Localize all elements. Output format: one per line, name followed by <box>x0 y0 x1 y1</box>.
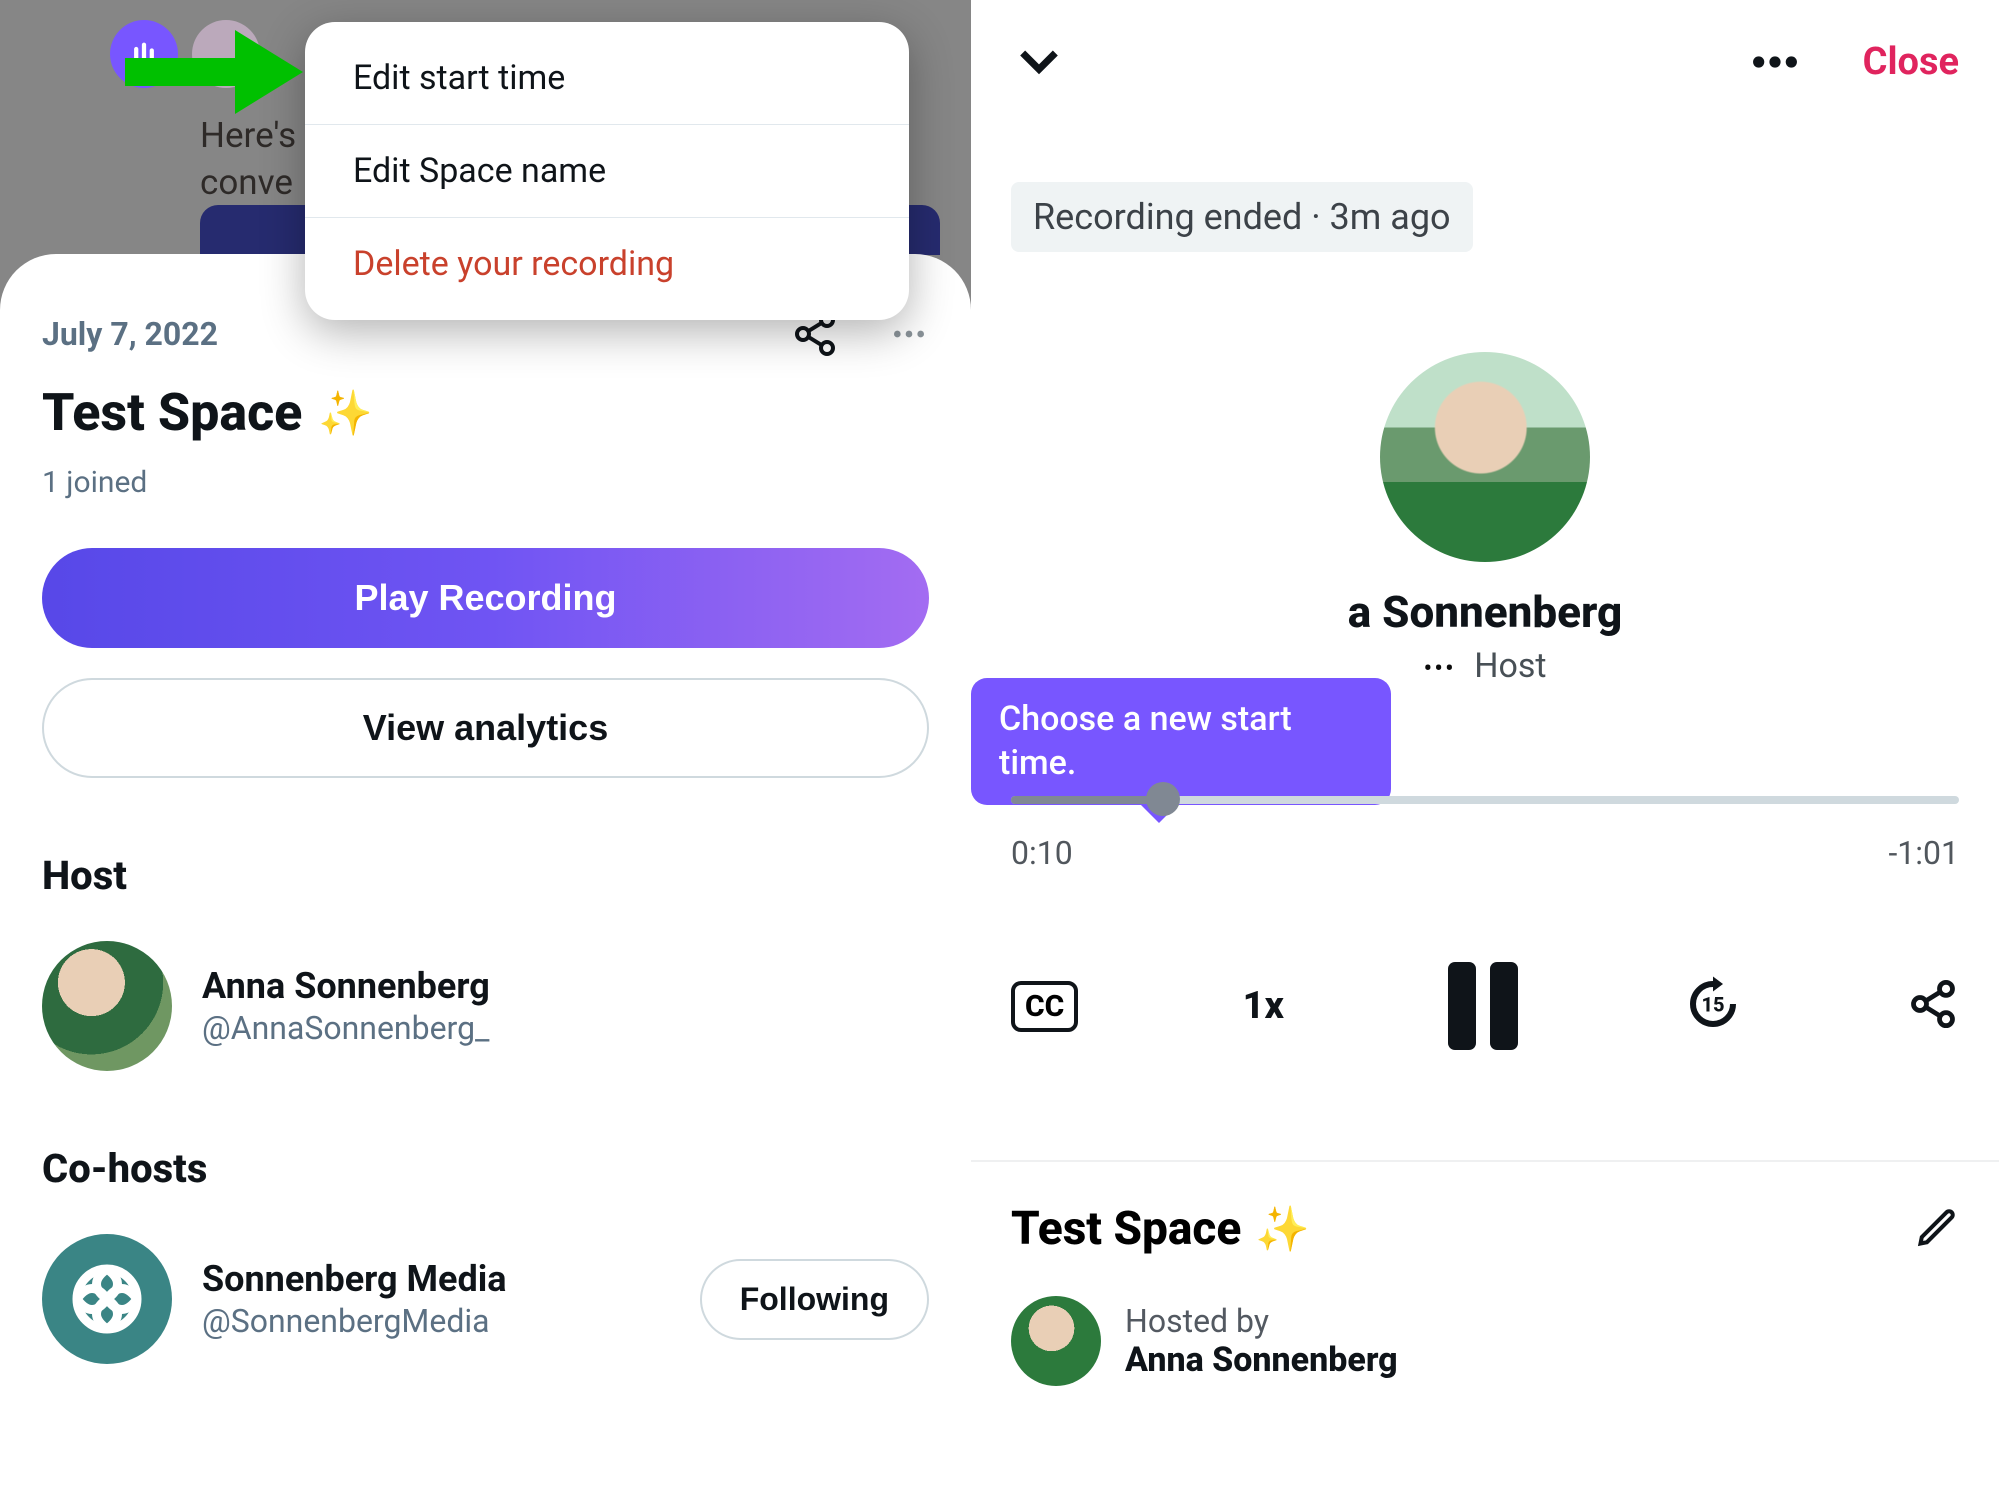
host-row[interactable]: Anna Sonnenberg @AnnaSonnenberg_ <box>42 941 929 1071</box>
current-time: 0:10 <box>1011 834 1073 872</box>
host-name-partial: a Sonnenberg <box>1011 586 1959 638</box>
svg-text:15: 15 <box>1701 993 1724 1017</box>
recording-status-badge: Recording ended · 3m ago <box>1011 182 1473 252</box>
pause-button[interactable] <box>1448 962 1518 1050</box>
view-analytics-button[interactable]: View analytics <box>42 678 929 778</box>
skip-forward-15-button[interactable]: 15 <box>1683 974 1743 1038</box>
bg-text-line1: Here's <box>200 115 296 156</box>
more-icon[interactable] <box>1747 34 1803 90</box>
menu-edit-space-name[interactable]: Edit Space name <box>305 125 909 217</box>
cohosts-section-heading: Co-hosts <box>42 1145 929 1192</box>
right-screenshot: Close Recording ended · 3m ago a Sonnenb… <box>971 0 1999 1505</box>
joined-count: 1 joined <box>42 465 929 500</box>
cohost-avatar <box>42 1234 172 1364</box>
space-title: Test Space <box>42 382 302 443</box>
bg-text-line2: conve <box>200 162 293 203</box>
host-section-heading: Host <box>42 852 929 899</box>
edit-title-icon[interactable] <box>1915 1205 1959 1253</box>
background-peek-text: Here's conve <box>200 112 296 207</box>
host-handle: @AnnaSonnenberg_ <box>202 1009 490 1047</box>
playback-speed-button[interactable]: 1x <box>1243 984 1284 1028</box>
left-screenshot: Here's conve Edit start time Edit Space … <box>0 0 971 1505</box>
sparkle-icon: ✨ <box>1255 1203 1310 1255</box>
inline-more-icon: ••• <box>1423 654 1455 684</box>
host-name: Anna Sonnenberg <box>1125 1340 1398 1380</box>
host-avatar <box>42 941 172 1071</box>
cohost-name: Sonnenberg Media <box>202 1258 507 1300</box>
play-recording-button[interactable]: Play Recording <box>42 548 929 648</box>
host-large-avatar <box>1380 352 1590 562</box>
hosted-by-row[interactable]: Hosted by Anna Sonnenberg <box>1011 1296 1959 1386</box>
sparkle-icon: ✨ <box>318 387 373 439</box>
menu-delete-recording[interactable]: Delete your recording <box>305 218 909 310</box>
host-small-avatar <box>1011 1296 1101 1386</box>
overflow-menu: Edit start time Edit Space name Delete y… <box>305 22 909 320</box>
cohost-handle: @SonnenbergMedia <box>202 1302 507 1340</box>
start-time-tooltip: Choose a new start time. <box>971 678 1391 805</box>
space-title: Test Space <box>1011 1202 1241 1256</box>
cohost-row[interactable]: Sonnenberg Media @SonnenbergMedia Follow… <box>42 1234 929 1364</box>
close-button[interactable]: Close <box>1863 40 1959 84</box>
more-icon[interactable] <box>889 314 929 354</box>
following-button[interactable]: Following <box>700 1259 929 1340</box>
share-icon[interactable] <box>1907 978 1959 1034</box>
playback-slider[interactable]: Choose a new start time. <box>1011 796 1959 804</box>
space-detail-sheet: July 7, 2022 Test Space ✨ 1 joined Play … <box>0 254 971 1505</box>
annotation-arrow <box>125 40 315 100</box>
captions-button[interactable]: CC <box>1011 981 1078 1032</box>
hosted-by-label: Hosted by <box>1125 1302 1398 1340</box>
menu-edit-start-time[interactable]: Edit start time <box>305 32 909 124</box>
slider-thumb[interactable] <box>1146 782 1180 816</box>
remaining-time: -1:01 <box>1888 834 1959 872</box>
section-divider <box>971 1160 1999 1162</box>
space-date: July 7, 2022 <box>42 315 791 353</box>
host-name: Anna Sonnenberg <box>202 965 490 1007</box>
chevron-down-icon[interactable] <box>1011 32 1067 92</box>
